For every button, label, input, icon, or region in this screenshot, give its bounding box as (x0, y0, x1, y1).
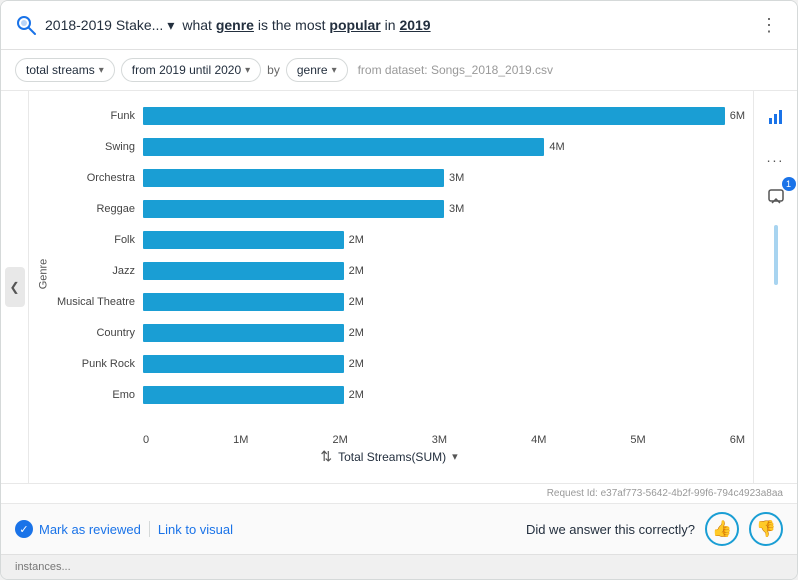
footer-divider (149, 521, 150, 537)
footer-left: ✓ Mark as reviewed Link to visual (15, 520, 233, 538)
bar-row: Funk 6M (53, 101, 745, 132)
x-axis-label: 6M (730, 434, 745, 446)
more-options-button[interactable]: ⋮ (755, 11, 783, 39)
y-axis-bar-label: Jazz (53, 265, 143, 277)
link-to-visual-button[interactable]: Link to visual (158, 522, 233, 537)
bar-row: Swing 4M (53, 132, 745, 163)
y-axis-bar-label: Swing (53, 141, 143, 153)
y-axis-bar-label: Folk (53, 234, 143, 246)
x-axis-label: 2M (332, 434, 347, 446)
bar[interactable] (143, 324, 344, 342)
footer-right: Did we answer this correctly? 👍 👎 (526, 512, 783, 546)
notification-badge-count: 1 (782, 177, 796, 191)
x-axis-label: 5M (630, 434, 645, 446)
bar-value-label: 3M (449, 203, 464, 215)
bar[interactable] (143, 293, 344, 311)
bar[interactable] (143, 386, 344, 404)
bar-value-label: 2M (349, 296, 364, 308)
bar-row: Emo 2M (53, 379, 745, 410)
bottom-strip: instances... (1, 554, 797, 579)
x-axis-label: 0 (143, 434, 149, 446)
bar-value-label: 2M (349, 265, 364, 277)
bar-row: Musical Theatre 2M (53, 286, 745, 317)
bar[interactable] (143, 107, 725, 125)
bar[interactable] (143, 231, 344, 249)
thumbs-up-button[interactable]: 👍 (705, 512, 739, 546)
x-axis-sort-label[interactable]: Total Streams(SUM) (338, 450, 446, 464)
header: 2018-2019 Stake... ▾ what genre is the m… (1, 1, 797, 50)
y-axis-bar-label: Orchestra (53, 172, 143, 184)
thumbs-down-button[interactable]: 👎 (749, 512, 783, 546)
total-streams-dropdown-arrow: ▾ (99, 65, 104, 76)
x-axis-label: 4M (531, 434, 546, 446)
main-content: ❮ Genre Funk 6M Swing 4M Orchestra 3M Reggae 3M… (1, 91, 797, 483)
search-icon (15, 14, 37, 36)
bar[interactable] (143, 355, 344, 373)
bar-value-label: 2M (349, 234, 364, 246)
bar-value-label: 4M (549, 141, 564, 153)
feedback-question: Did we answer this correctly? (526, 522, 695, 537)
by-label: by (267, 63, 280, 77)
genre-filter[interactable]: genre ▾ (286, 58, 348, 82)
chart-area: Genre Funk 6M Swing 4M Orchestra 3M Reggae 3M Fo… (29, 91, 753, 483)
sort-dropdown-arrow[interactable]: ▾ (452, 450, 458, 463)
right-sidebar: ... 1 (753, 91, 797, 483)
date-range-filter[interactable]: from 2019 until 2020 ▾ (121, 58, 261, 82)
x-axis-label: 1M (233, 434, 248, 446)
header-title[interactable]: 2018-2019 Stake... ▾ (45, 17, 174, 34)
bar-row: Folk 2M (53, 225, 745, 256)
y-axis-bar-label: Musical Theatre (53, 296, 143, 308)
bottom-area: Request Id: e37af773-5642-4b2f-99f6-794c… (1, 483, 797, 554)
bar-value-label: 2M (349, 358, 364, 370)
bar[interactable] (143, 169, 444, 187)
comment-icon[interactable]: 1 (760, 181, 792, 213)
date-range-dropdown-arrow: ▾ (245, 65, 250, 76)
genre-dropdown-arrow: ▾ (332, 65, 337, 76)
chart-sort-row: ⇅ Total Streams(SUM) ▾ (33, 448, 745, 465)
collapse-button[interactable]: ❮ (5, 267, 25, 307)
bar[interactable] (143, 200, 444, 218)
left-sidebar: ❮ (1, 91, 29, 483)
main-container: 2018-2019 Stake... ▾ what genre is the m… (0, 0, 798, 580)
total-streams-filter[interactable]: total streams ▾ (15, 58, 115, 82)
title-dropdown-arrow: ▾ (167, 17, 174, 34)
bar-row: Punk Rock 2M (53, 348, 745, 379)
bar[interactable] (143, 138, 544, 156)
y-axis-bar-label: Punk Rock (53, 358, 143, 370)
filter-bar: total streams ▾ from 2019 until 2020 ▾ b… (1, 50, 797, 91)
footer: ✓ Mark as reviewed Link to visual Did we… (1, 503, 797, 554)
mark-reviewed-button[interactable]: ✓ Mark as reviewed (15, 520, 141, 538)
bar-row: Orchestra 3M (53, 163, 745, 194)
x-axis-label: 3M (432, 434, 447, 446)
dataset-info: from dataset: Songs_2018_2019.csv (358, 63, 553, 77)
header-question: what genre is the most popular in 2019 (182, 17, 747, 33)
bar-row: Reggae 3M (53, 194, 745, 225)
bar-value-label: 2M (349, 327, 364, 339)
y-axis-label: Genre (37, 258, 49, 289)
request-id: Request Id: e37af773-5642-4b2f-99f6-794c… (1, 484, 797, 503)
sort-icon: ⇅ (320, 448, 332, 465)
check-icon: ✓ (15, 520, 33, 538)
sidebar-highlight (774, 225, 778, 285)
y-axis-bar-label: Emo (53, 389, 143, 401)
bar-value-label: 6M (730, 110, 745, 122)
y-axis-bar-label: Country (53, 327, 143, 339)
y-axis-bar-label: Funk (53, 110, 143, 122)
more-sidebar-icon[interactable]: ... (760, 141, 792, 173)
bar[interactable] (143, 262, 344, 280)
chart-view-icon[interactable] (760, 101, 792, 133)
bar-row: Country 2M (53, 317, 745, 348)
bar-value-label: 3M (449, 172, 464, 184)
bar-value-label: 2M (349, 389, 364, 401)
bar-row: Jazz 2M (53, 256, 745, 287)
y-axis-bar-label: Reggae (53, 203, 143, 215)
